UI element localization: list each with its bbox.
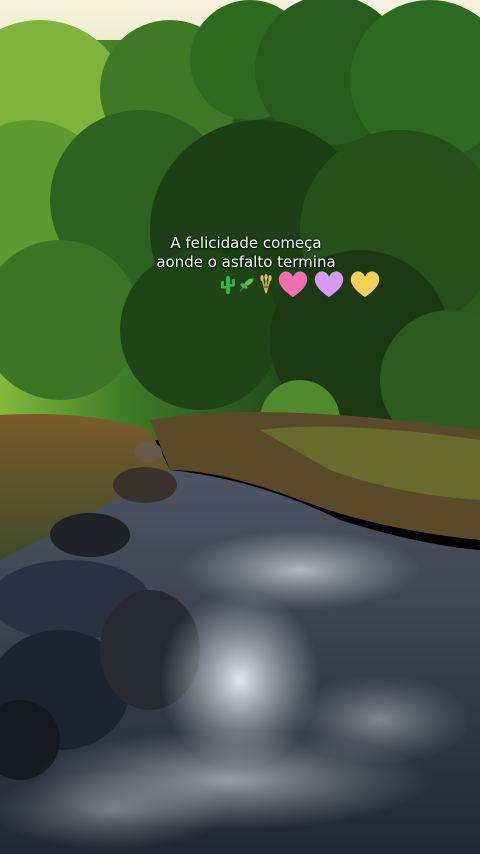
river-forest-scene xyxy=(0,0,480,854)
light-purple-heart-icon xyxy=(314,271,344,297)
caption-emoji-row xyxy=(220,268,382,300)
pink-heart-icon xyxy=(278,271,308,297)
yellow-heart-icon xyxy=(350,271,380,297)
video-frame[interactable]: A felicidade começa aonde o asfalto term… xyxy=(0,0,480,854)
herb-icon xyxy=(239,277,255,292)
cactus-icon xyxy=(221,276,235,294)
sheaf-icon xyxy=(260,274,272,294)
